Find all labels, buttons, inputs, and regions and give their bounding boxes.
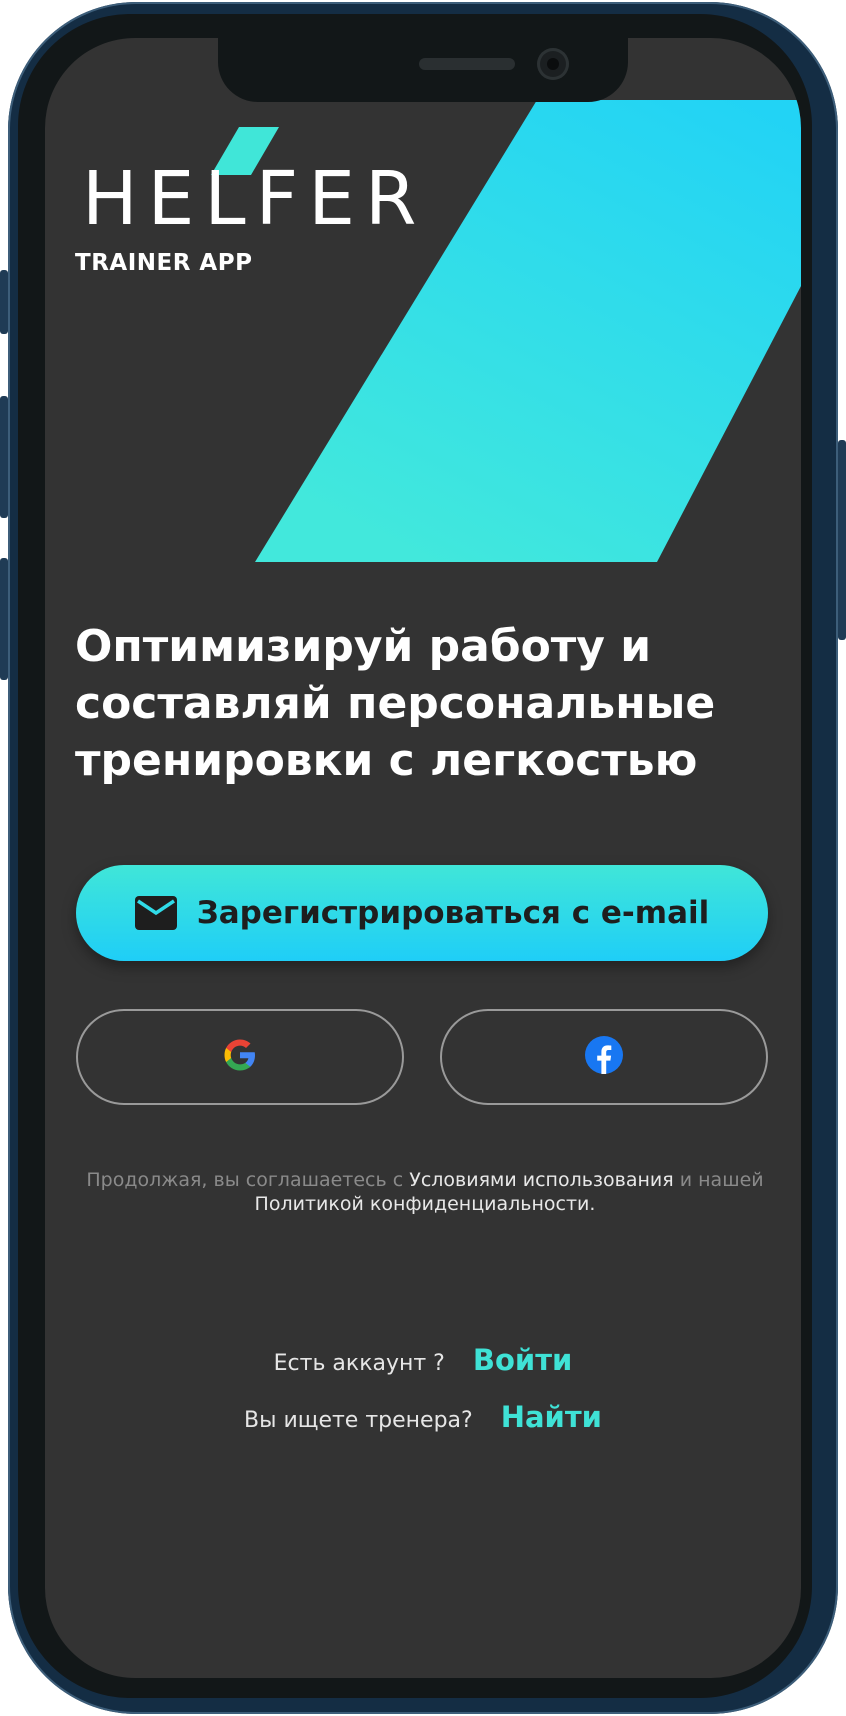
volume-down-button — [0, 558, 8, 680]
privacy-link[interactable]: Политикой конфиденциальности. — [255, 1193, 596, 1215]
power-button — [838, 440, 846, 640]
legal-middle: и нашей — [679, 1169, 764, 1191]
find-trainer-row: Вы ищете тренера? Найти — [45, 1400, 801, 1434]
legal-prefix: Продолжая, вы соглашаетесь с — [86, 1169, 404, 1191]
account-question: Есть аккаунт ? — [273, 1351, 445, 1376]
headline: Оптимизируй работу и составляй персональ… — [75, 618, 775, 789]
headline-line: тренировки с легкостью — [75, 735, 698, 786]
legal-notice: Продолжая, вы соглашаетесь с Условиями и… — [75, 1168, 775, 1216]
volume-up-button — [0, 396, 8, 518]
google-icon — [222, 1037, 258, 1077]
headline-line: составляй персональные — [75, 678, 716, 729]
login-row: Есть аккаунт ? Войти — [45, 1343, 801, 1377]
brand-subtitle: TRAINER APP — [75, 250, 253, 276]
brand-logo: HELFER — [82, 156, 427, 242]
speaker-grille — [419, 58, 515, 70]
mute-switch — [0, 270, 8, 334]
google-signin-button[interactable] — [76, 1009, 404, 1105]
login-link[interactable]: Войти — [473, 1343, 572, 1377]
signup-email-button[interactable]: Зарегистрироваться с e-mail — [76, 865, 768, 961]
trainer-question: Вы ищете тренера? — [243, 1408, 473, 1433]
signup-email-label: Зарегистрироваться с e-mail — [196, 895, 710, 931]
mail-icon — [134, 896, 177, 930]
facebook-signin-button[interactable] — [440, 1009, 768, 1105]
hero-parallelogram — [255, 100, 801, 562]
front-camera — [537, 48, 569, 80]
facebook-icon — [585, 1036, 623, 1078]
terms-link[interactable]: Условиями использования — [409, 1169, 673, 1191]
headline-line: Оптимизируй работу и — [75, 621, 652, 672]
find-trainer-link[interactable]: Найти — [501, 1400, 602, 1434]
app-screen: HELFER TRAINER APP Оптимизируй работу и … — [45, 38, 801, 1678]
